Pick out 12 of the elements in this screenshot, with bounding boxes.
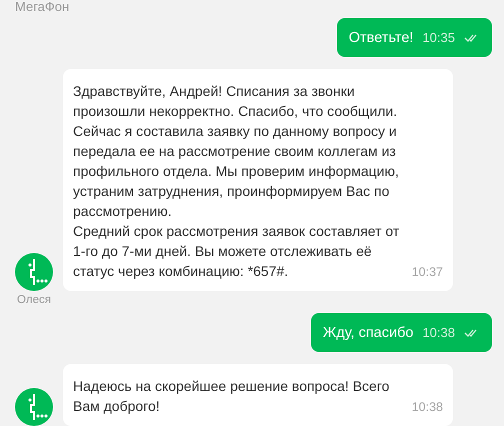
- message-time: 10:35: [422, 30, 455, 45]
- logo-avatar: [15, 253, 53, 291]
- chat-title: МегаФон: [15, 0, 70, 14]
- message-text: Надеюсь на скорейшее решение вопроса! Всего Вам доброго!: [73, 377, 390, 416]
- message-text: Здравствуйте, Андрей! Списания за звонки произошли некорректно. Спасибо, что сообщили. Сейчас я составила заявку по данному вопросу и передала ее на рассмотрение своим коллегам из профильного отдела. Мы проверим информацию, устраним затруднения, проинформируем Вас по рассмотрению. Средний срок рассмотрения заявок составляет от 1-го до 7-ми дней. Вы можете отслеживать её статус через комбинацию: *657#.: [73, 82, 400, 281]
- message-text: Жду, спасибо: [322, 324, 414, 340]
- message-time: 10:37: [412, 265, 443, 279]
- message-time: 10:38: [422, 325, 455, 340]
- logo-avatar: [15, 388, 53, 426]
- sender-name: Олеся: [17, 294, 51, 306]
- message-text: Ответьте!: [348, 30, 414, 46]
- message-time: 10:38: [412, 400, 443, 414]
